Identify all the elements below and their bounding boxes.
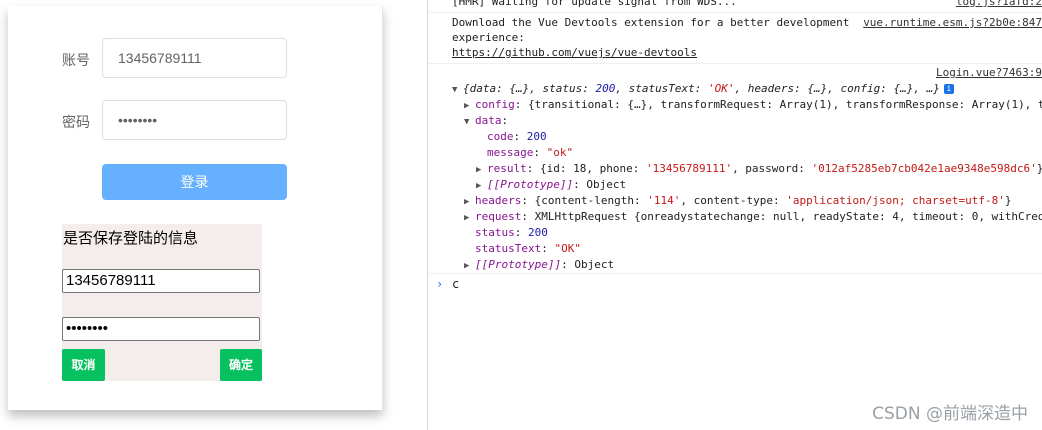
code-row: code: 200 (487, 130, 547, 143)
console-message-devtools: Download the Vue Devtools extension for … (428, 13, 1042, 64)
triangle-down-icon[interactable]: ▼ (464, 114, 475, 130)
config-row[interactable]: ▶ config: {transitional: {…}, transformRe… (464, 97, 1042, 114)
triangle-right-icon[interactable]: ▶ (464, 210, 475, 226)
source-link[interactable]: log.js?1afd:2 (956, 0, 1042, 8)
account-label: 账号 (62, 52, 90, 68)
response-prototype-row[interactable]: ▶ [[Prototype]]: Object (464, 257, 614, 274)
console-message-hmr: [HMR] Waiting for update signal from WDS… (428, 0, 1042, 13)
password-label: 密码 (62, 114, 90, 130)
request-row[interactable]: ▶ request: XMLHttpRequest {onreadystatech… (464, 209, 1042, 226)
triangle-right-icon[interactable]: ▶ (476, 178, 487, 194)
triangle-right-icon[interactable]: ▶ (464, 98, 475, 114)
console-message-text: Download the Vue Devtools extension for … (452, 16, 850, 29)
source-link[interactable]: Login.vue?7463:9 (936, 66, 1042, 79)
triangle-right-icon[interactable]: ▶ (464, 258, 475, 274)
cancel-button[interactable]: 取消 (62, 349, 105, 381)
info-icon[interactable]: i (943, 84, 954, 94)
source-link[interactable]: vue.runtime.esm.js?2b0e:847 (863, 16, 1042, 29)
save-info-dialog: 是否保存登陆的信息 13456789111 •••••••• 取消 确定 (62, 224, 262, 381)
confirm-button[interactable]: 确定 (220, 349, 262, 381)
message-row: message: "ok" (487, 146, 574, 159)
data-row[interactable]: ▼ data: (464, 113, 508, 130)
triangle-down-icon[interactable]: ▼ (452, 82, 463, 98)
prompt-chevron-icon: › (436, 277, 444, 291)
status-row: status: 200 (475, 226, 548, 239)
response-object-summary[interactable]: ▼ {data: {…}, status: 200, statusText: 'O… (452, 81, 954, 98)
console-message-text: experience: (452, 31, 525, 44)
triangle-right-icon[interactable]: ▶ (476, 162, 487, 178)
headers-row[interactable]: ▶ headers: {content-length: '114', conten… (464, 193, 1011, 210)
dialog-title: 是否保存登陆的信息 (63, 230, 199, 247)
triangle-right-icon[interactable]: ▶ (464, 194, 475, 210)
login-button[interactable]: 登录 (102, 164, 287, 200)
data-prototype-row[interactable]: ▶ [[Prototype]]: Object (476, 177, 626, 194)
watermark: CSDN @前端深造中 (872, 404, 1028, 424)
devtools-link[interactable]: https://github.com/vuejs/vue-devtools (452, 45, 697, 61)
app-panel: 账号 13456789111 密码 •••••••• 登录 是否保存登陆的信息 … (0, 0, 428, 430)
console-input[interactable]: c (452, 277, 459, 291)
dialog-password-input[interactable]: •••••••• (62, 317, 260, 341)
devtools-console: [HMR] Waiting for update signal from WDS… (428, 0, 1042, 430)
statustext-row: statusText: "OK" (475, 242, 581, 255)
account-input[interactable]: 13456789111 (102, 38, 287, 78)
password-input[interactable]: •••••••• (102, 100, 287, 140)
dialog-phone-input[interactable]: 13456789111 (62, 269, 260, 293)
console-message-text: [HMR] Waiting for update signal from WDS… (452, 0, 737, 8)
result-row[interactable]: ▶ result: {id: 18, phone: '13456789111', … (476, 161, 1042, 178)
console-separator (428, 273, 1042, 274)
